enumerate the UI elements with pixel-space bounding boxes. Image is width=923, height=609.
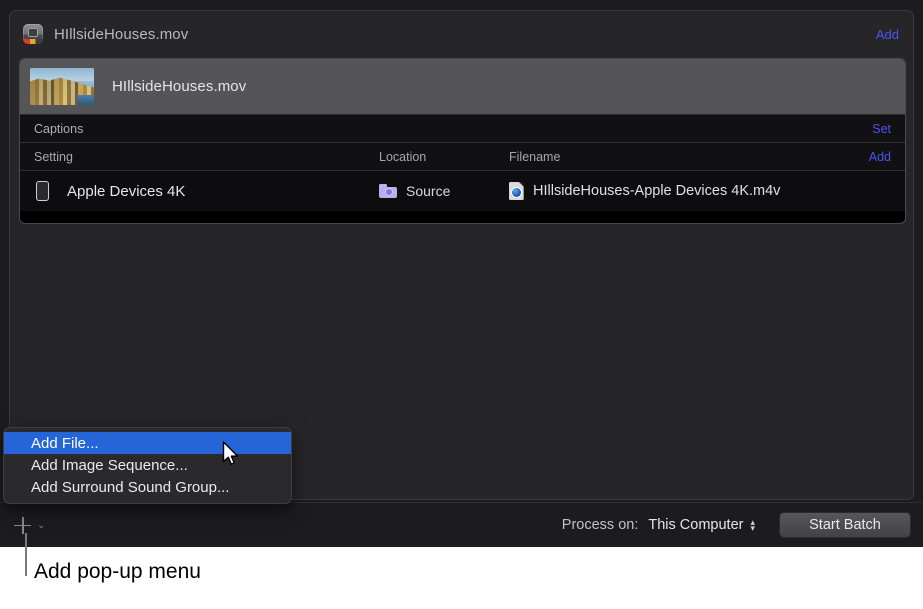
column-header-setting: Setting (34, 150, 379, 164)
folder-gear (386, 189, 392, 195)
file-media-disc (512, 188, 521, 197)
compressor-window: HIllsideHouses.mov Add HIllsideHouses.mo… (0, 0, 923, 547)
stepper-down-icon: ▾ (750, 525, 755, 531)
job-title: HIllsideHouses.mov (112, 78, 246, 95)
output-add-link[interactable]: Add (869, 150, 891, 164)
menu-item-add-image-sequence[interactable]: Add Image Sequence... (4, 454, 291, 476)
menu-item-add-surround-sound-group[interactable]: Add Surround Sound Group... (4, 476, 291, 498)
location-value: Source (406, 183, 450, 199)
cell-location[interactable]: Source (379, 183, 509, 199)
stepper-chevrons-icon: ▴ ▾ (750, 519, 755, 531)
job-header: HIllsideHouses.mov (20, 59, 905, 115)
job-card[interactable]: HIllsideHouses.mov Captions Set Setting … (19, 58, 906, 224)
batch-title: HIllsideHouses.mov (54, 26, 188, 43)
add-popup-menu-button[interactable]: ⌄ (14, 517, 45, 534)
process-on-select[interactable]: This Computer ▴ ▾ (648, 517, 755, 533)
chevron-down-icon: ⌄ (37, 521, 45, 531)
table-row[interactable]: Apple Devices 4K Source HIllsideHou (20, 171, 905, 211)
process-on-label: Process on: (562, 517, 639, 533)
file-corner-fold (519, 182, 524, 187)
add-popup-menu[interactable]: Add File... Add Image Sequence... Add Su… (3, 427, 292, 504)
batch-add-link[interactable]: Add (876, 27, 899, 42)
app-icon-lens (28, 28, 38, 37)
bottom-toolbar: ⌄ Process on: This Computer ▴ ▾ Start Ba… (0, 502, 923, 547)
menu-item-add-file[interactable]: Add File... (4, 432, 291, 454)
compressor-app-icon (23, 24, 43, 44)
process-on-group: Process on: This Computer ▴ ▾ Start Batc… (562, 512, 911, 538)
cell-filename[interactable]: HIllsideHouses-Apple Devices 4K.m4v (509, 182, 891, 200)
table-column-headers: Setting Location Filename Add (20, 143, 905, 171)
media-file-icon (509, 182, 524, 200)
filename-value: HIllsideHouses-Apple Devices 4K.m4v (533, 183, 780, 199)
captions-label: Captions (34, 122, 83, 136)
plus-icon (14, 517, 31, 534)
app-icon-strip (23, 39, 43, 44)
batch-header: HIllsideHouses.mov Add (10, 11, 913, 57)
apple-device-icon (36, 181, 49, 201)
start-batch-button[interactable]: Start Batch (779, 512, 911, 538)
cell-setting[interactable]: Apple Devices 4K (34, 181, 379, 201)
thumbnail-water (77, 95, 94, 105)
process-on-value: This Computer (648, 517, 743, 533)
captions-row: Captions Set (20, 115, 905, 143)
callout-label: Add pop-up menu (34, 560, 201, 584)
callout-area: Add pop-up menu (0, 547, 923, 609)
captions-set-link[interactable]: Set (872, 122, 891, 136)
hillside-houses-thumbnail (30, 68, 94, 105)
source-folder-icon (379, 184, 397, 198)
setting-value: Apple Devices 4K (67, 183, 185, 200)
callout-leader-line (25, 533, 27, 576)
column-header-filename: Filename (509, 150, 869, 164)
column-header-location: Location (379, 150, 509, 164)
